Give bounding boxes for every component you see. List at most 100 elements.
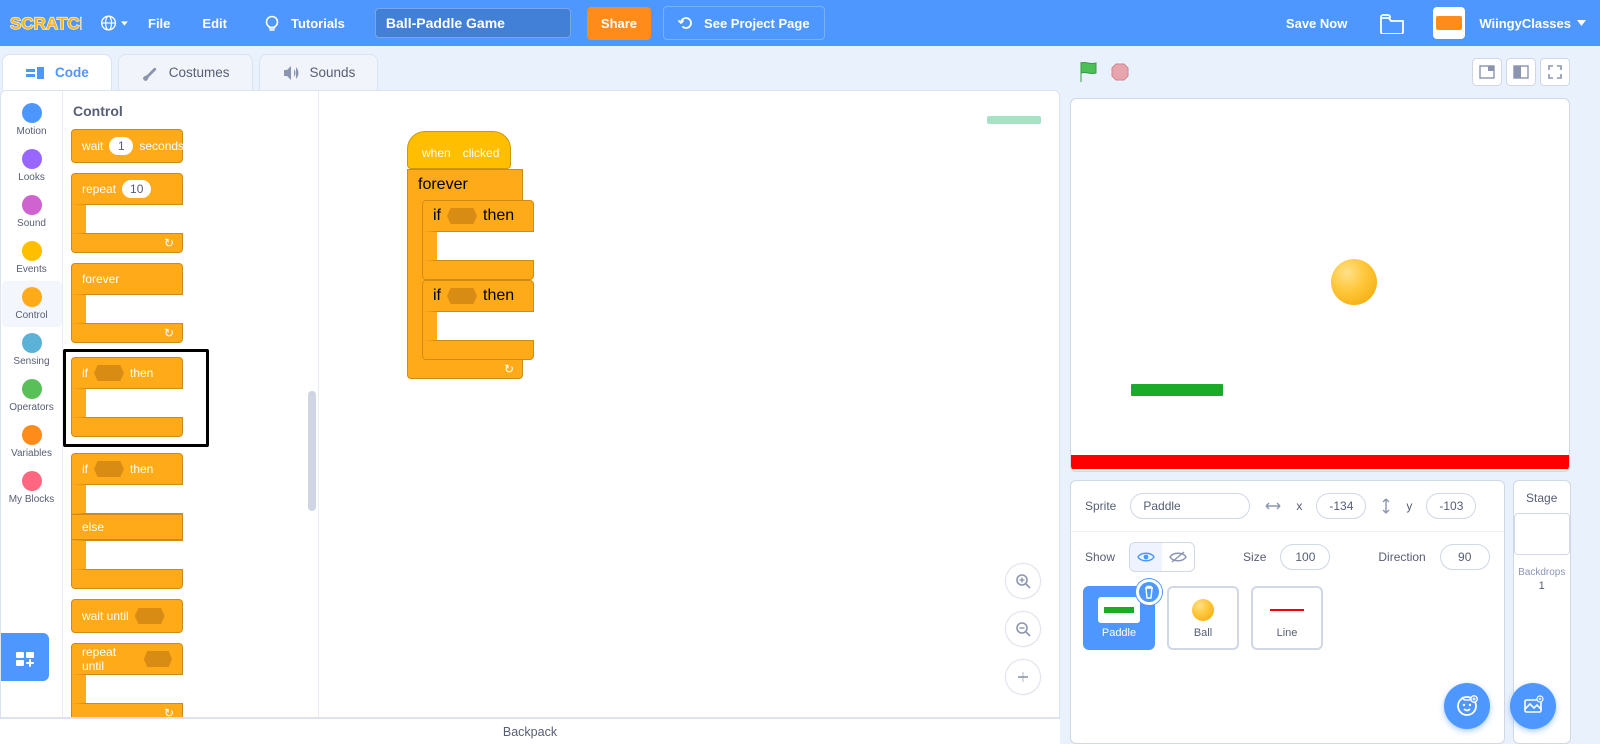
- category-color-icon: [22, 241, 42, 261]
- menu-bar: SCRATCH File Edit Tutorials Share See Pr…: [0, 0, 1600, 46]
- block-input-boolean[interactable]: [144, 651, 172, 667]
- block-label: else: [82, 520, 104, 534]
- stage-sprite-paddle[interactable]: [1131, 384, 1223, 396]
- block-forever[interactable]: forever ↻: [71, 263, 318, 343]
- stop-button[interactable]: [1110, 62, 1130, 82]
- category-color-icon: [22, 287, 42, 307]
- hide-button[interactable]: [1162, 543, 1194, 571]
- block-label: when: [422, 146, 451, 160]
- scratch-logo[interactable]: SCRATCH: [10, 9, 82, 37]
- block-if-then[interactable]: if then: [71, 357, 183, 437]
- sprite-tile-ball[interactable]: Ball: [1167, 586, 1239, 650]
- block-label: if: [82, 366, 88, 380]
- visibility-toggle: [1129, 542, 1195, 572]
- block-input-number[interactable]: 10: [122, 180, 151, 198]
- category-sound[interactable]: Sound: [2, 189, 62, 235]
- script-stack[interactable]: when clicked forever if then: [407, 131, 523, 379]
- sprite-name-label: Sprite: [1085, 499, 1116, 513]
- category-variables[interactable]: Variables: [2, 419, 62, 465]
- stage-selector-panel[interactable]: Stage Backdrops 1: [1513, 480, 1571, 744]
- user-avatar[interactable]: [1433, 7, 1465, 39]
- show-button[interactable]: [1130, 543, 1162, 571]
- sprite-y-input[interactable]: [1426, 493, 1476, 519]
- sprite-tile-paddle[interactable]: Paddle: [1083, 586, 1155, 650]
- sprite-direction-input[interactable]: [1440, 544, 1490, 570]
- stage-size-small-button[interactable]: [1472, 58, 1502, 86]
- block-if-then[interactable]: if then: [422, 280, 534, 360]
- tutorials-button[interactable]: Tutorials: [243, 14, 365, 32]
- backdrops-label: Backdrops: [1518, 567, 1565, 578]
- palette-scrollbar[interactable]: [308, 391, 316, 511]
- stage-sprite-ball[interactable]: [1331, 259, 1377, 305]
- category-looks[interactable]: Looks: [2, 143, 62, 189]
- category-sensing[interactable]: Sensing: [2, 327, 62, 373]
- editor-tabs: Code Costumes Sounds: [0, 46, 1060, 90]
- backdrops-count: 1: [1539, 580, 1545, 592]
- block-input-boolean[interactable]: [447, 288, 477, 304]
- tab-costumes[interactable]: Costumes: [118, 54, 253, 90]
- sprite-size-input[interactable]: [1280, 544, 1330, 570]
- block-wait-seconds[interactable]: wait 1 seconds: [71, 129, 318, 163]
- stage-size-large-button[interactable]: [1506, 58, 1536, 86]
- sprite-thumbnail: [1182, 597, 1224, 623]
- zoom-in-button[interactable]: [1005, 563, 1041, 599]
- stage-sprite-line[interactable]: [1070, 455, 1570, 469]
- direction-label: Direction: [1378, 550, 1425, 564]
- block-input-number[interactable]: 1: [109, 137, 133, 155]
- mystuff-button[interactable]: [1379, 12, 1405, 34]
- tab-sounds[interactable]: Sounds: [259, 54, 379, 90]
- block-forever[interactable]: forever if then: [407, 169, 523, 379]
- file-menu[interactable]: File: [132, 16, 186, 31]
- see-project-page-button[interactable]: See Project Page: [663, 6, 825, 40]
- green-flag-button[interactable]: [1078, 60, 1100, 84]
- sprite-tile-line[interactable]: Line: [1251, 586, 1323, 650]
- category-my-blocks[interactable]: My Blocks: [2, 465, 62, 511]
- block-repeat[interactable]: repeat 10 ↻: [71, 173, 318, 253]
- sprite-name-input[interactable]: [1130, 493, 1250, 519]
- add-extension-button[interactable]: [1, 633, 49, 681]
- block-if-then-else[interactable]: if then else: [71, 453, 318, 589]
- category-label: Looks: [18, 172, 45, 183]
- sprite-tile-label: Ball: [1194, 627, 1212, 639]
- category-color-icon: [22, 149, 42, 169]
- project-title-input[interactable]: [375, 8, 571, 38]
- workspace-highlight-marker: [987, 116, 1041, 124]
- add-sprite-button[interactable]: [1444, 683, 1490, 729]
- block-input-boolean[interactable]: [94, 461, 124, 477]
- backpack-toggle[interactable]: Backpack: [0, 718, 1060, 744]
- eye-icon: [1137, 551, 1155, 563]
- category-label: Sensing: [13, 356, 49, 367]
- project-title-field[interactable]: [375, 8, 571, 38]
- script-workspace[interactable]: when clicked forever if then: [319, 91, 1059, 717]
- sprite-x-input[interactable]: [1316, 493, 1366, 519]
- block-input-boolean[interactable]: [135, 608, 165, 624]
- edit-menu[interactable]: Edit: [186, 16, 243, 31]
- category-operators[interactable]: Operators: [2, 373, 62, 419]
- show-label: Show: [1085, 550, 1115, 564]
- language-selector[interactable]: [96, 13, 132, 33]
- stage-title: Stage: [1526, 491, 1557, 505]
- delete-sprite-button[interactable]: [1136, 579, 1162, 605]
- block-input-boolean[interactable]: [94, 365, 124, 381]
- block-when-flag-clicked[interactable]: when clicked: [407, 131, 511, 169]
- category-motion[interactable]: Motion: [2, 97, 62, 143]
- tab-code[interactable]: Code: [2, 54, 112, 90]
- category-control[interactable]: Control: [2, 281, 62, 327]
- block-palette[interactable]: Control wait 1 seconds repeat: [63, 91, 319, 717]
- sprite-tile-label: Paddle: [1102, 627, 1136, 639]
- stage[interactable]: [1070, 98, 1570, 472]
- block-wait-until[interactable]: wait until: [71, 599, 318, 633]
- block-repeat-until[interactable]: repeat until ↻: [71, 643, 318, 717]
- block-if-then[interactable]: if then: [422, 200, 534, 280]
- stage-thumbnail[interactable]: [1514, 513, 1570, 555]
- category-label: Sound: [17, 218, 46, 229]
- stage-fullscreen-button[interactable]: [1540, 58, 1570, 86]
- zoom-reset-button[interactable]: [1005, 659, 1041, 695]
- block-input-boolean[interactable]: [447, 208, 477, 224]
- add-backdrop-button[interactable]: [1510, 683, 1556, 729]
- zoom-out-button[interactable]: [1005, 611, 1041, 647]
- account-menu[interactable]: WiingyClasses: [1479, 16, 1600, 31]
- category-events[interactable]: Events: [2, 235, 62, 281]
- save-now-button[interactable]: Save Now: [1268, 16, 1365, 31]
- share-button[interactable]: Share: [587, 7, 651, 40]
